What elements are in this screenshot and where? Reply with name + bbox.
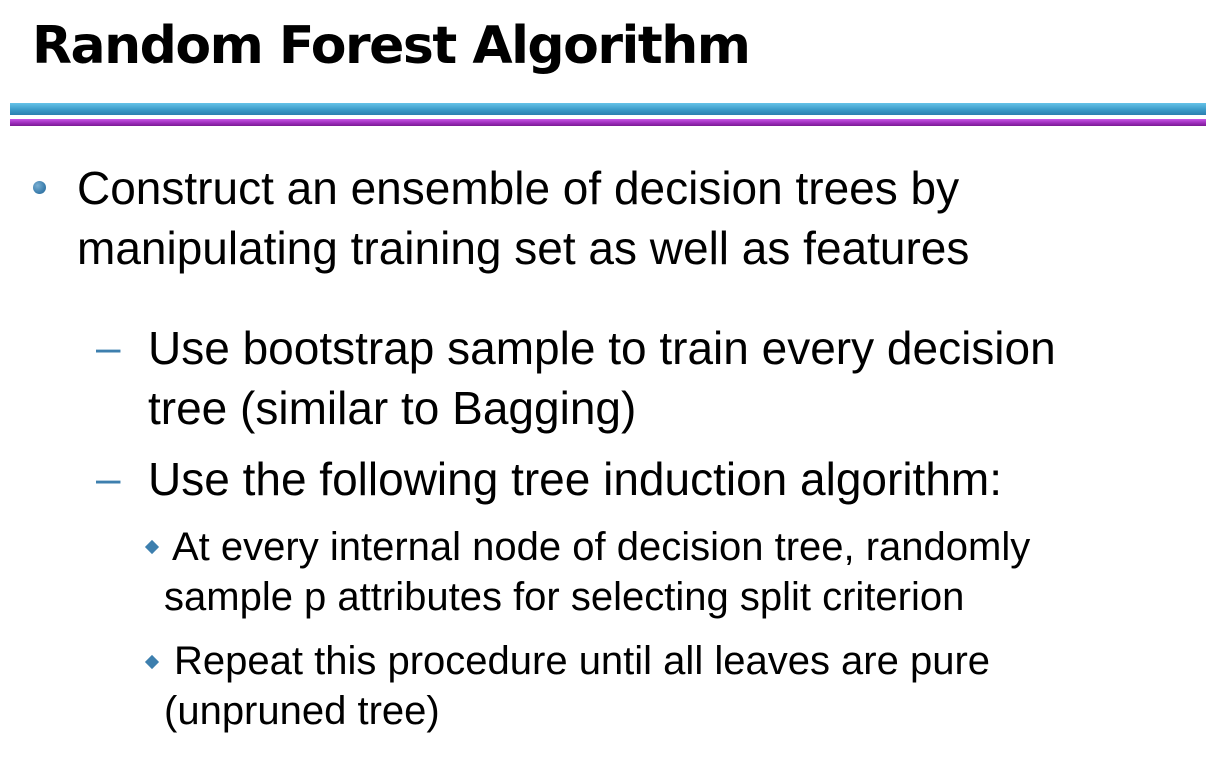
slide-title: Random Forest Algorithm [32, 16, 751, 76]
bullet-dot-icon [33, 181, 46, 194]
title-divider-blue [10, 103, 1206, 115]
subsubbullet-line: At every internal node of decision tree,… [172, 525, 1031, 569]
dash-marker-icon: – [96, 454, 121, 503]
subsubbullet-line: sample p attributes for selecting split … [164, 575, 965, 619]
bullet-line: manipulating training set as well as fea… [77, 222, 970, 274]
subbullet-tree-induction: Use the following tree induction algorit… [148, 449, 1002, 509]
bullet-line: Construct an ensemble of decision trees … [77, 162, 960, 214]
subbullet-line: Use bootstrap sample to train every deci… [148, 322, 1056, 374]
subsubbullet-repeat-procedure: Repeat this procedure until all leaves a… [164, 636, 990, 736]
subbullet-bootstrap: Use bootstrap sample to train every deci… [148, 318, 1056, 438]
subsubbullet-random-attributes: At every internal node of decision tree,… [164, 522, 1030, 622]
dash-marker-icon: – [96, 323, 121, 372]
diamond-bullet-icon [144, 539, 160, 555]
subsubbullet-line: Repeat this procedure until all leaves a… [174, 639, 991, 683]
diamond-bullet-icon [144, 654, 160, 670]
title-divider-magenta [10, 119, 1206, 126]
subbullet-line: Use the following tree induction algorit… [148, 453, 1003, 505]
subbullet-line: tree (similar to Bagging) [148, 382, 637, 434]
bullet-construct-ensemble: Construct an ensemble of decision trees … [77, 158, 969, 278]
subsubbullet-line: (unpruned tree) [164, 689, 440, 733]
